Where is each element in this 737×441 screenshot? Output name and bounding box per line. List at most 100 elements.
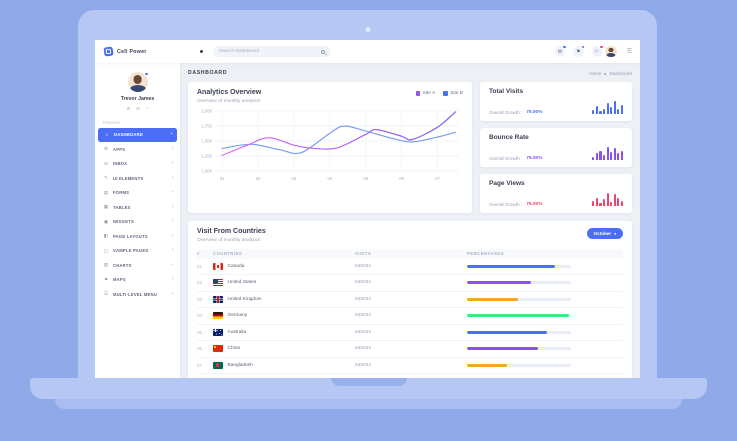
logo[interactable]: Cell Power [95,40,180,63]
sidebar-item-page-layouts[interactable]: ◧PAGE LAYOUTS+ [95,229,180,244]
sidebar-item-label: PAGE LAYOUTS [113,234,148,239]
ca-flag-icon [213,263,223,270]
sidebar-item-dashboard[interactable]: ⌂DASHBOARD+ [98,128,177,143]
country-name: Germany [228,313,248,318]
country-name: Canada [228,264,245,269]
inbox-icon: ✉ [103,161,109,167]
laptop-camera [365,27,370,32]
forms-icon: ▤ [103,190,109,196]
growth-value: 75.00% [526,156,542,161]
country-name: China [228,346,241,351]
gear-icon[interactable]: ⚙ [127,106,131,111]
expand-icon: + [171,205,174,210]
sidebar-item-sample-pages[interactable]: ▢SAMPLE PAGES+ [95,244,180,259]
svg-text:05: 05 [363,176,368,181]
column-header-visits: VISITS [355,251,467,256]
country-name: Bangladesh [228,363,253,368]
user-avatar[interactable] [605,46,617,58]
row-index: 05 [197,330,213,335]
sidebar-item-label: APPS [113,147,125,152]
tasks-icon[interactable]: ⚐ [592,46,603,57]
expand-icon: + [171,190,174,195]
sidebar-item-forms[interactable]: ▤FORMS+ [95,186,180,201]
sidebar-item-maps[interactable]: ⚑ MAPS + [95,273,180,288]
charts-icon: ▥ [103,262,109,268]
chevron-right-icon: ▸ [605,71,607,76]
sidebar-item-apps[interactable]: ⚙APPS+ [95,142,180,157]
notifications-icon[interactable]: ⚑ [573,46,584,57]
sidebar-item-ui-elements[interactable]: ✎UI ELEMENTS+ [95,171,180,186]
country-cell: Germany [213,312,355,319]
country-name: United States [228,280,257,285]
sidebar-item-inbox[interactable]: ✉ INBOX + [95,157,180,172]
legend-swatch [443,91,448,96]
sidebar-item-label: MULTI-LEVEL MENU [113,292,157,297]
sidebar-item-label: UI ELEMENTS [113,176,143,181]
sidebar-item-label: MAPS [113,277,126,282]
stat-title: Bounce Rate [489,134,623,141]
mail-icon[interactable]: ✉ [136,106,140,111]
table-row: 07Bangladesh645032 [197,358,623,375]
menu-icon[interactable]: ☰ [627,48,632,55]
table-row: 04Germany645032 [197,308,623,325]
sidebar-item-multi-level-menu[interactable]: ☰ MULTI-LEVEL MENU + [95,287,180,302]
sample-pages-icon: ▢ [103,248,109,254]
country-cell: United Kingdom [213,296,355,303]
us-flag-icon [213,279,223,286]
analytics-overview-card: Analytics Overview Overview of monthly a… [188,82,472,213]
sidebar-item-label: INBOX [113,161,127,166]
legend-label: Site A [423,91,436,96]
sidebar-item-tables[interactable]: ▦TABLES+ [95,200,180,215]
main-content: DASHBOARD Home ▸ Dashboard Analytics Ove… [180,63,640,378]
sidebar-toggle-icon[interactable] [200,50,203,53]
search-input[interactable] [219,49,321,54]
sidebar-menu: ⌂DASHBOARD+⚙APPS+ ✉ INBOX + ✎UI ELEMENTS+▤FO… [95,128,180,302]
expand-icon: + [171,263,174,268]
month-filter-button[interactable]: October ▾ [587,228,623,239]
growth-value: 75.00% [526,110,542,115]
row-index: 03 [197,297,213,302]
stat-title: Total Visits [489,88,623,95]
percentage-bar [467,298,571,301]
maps-icon: ⚑ [103,277,109,283]
table-row: 05Australia645032 [197,325,623,342]
badge [562,45,567,50]
expand-icon: + [171,277,174,282]
power-icon[interactable]: ◔ [146,106,149,111]
visits-cell: 645032 [355,363,467,368]
percentage-bar [467,265,571,268]
sidebar-item-label: WIDGETS [113,219,134,224]
sidebar-item-widgets[interactable]: ▣WIDGETS+ [95,215,180,230]
mini-bar-chart [592,146,623,160]
visits-cell: 645032 [355,297,467,302]
stat-card-bounce-rate: Bounce RateOverall Growth :75.00% [480,128,632,167]
page-title: DASHBOARD [188,70,227,76]
visits-cell: 645032 [355,346,467,351]
stat-cards-column: Total VisitsOverall Growth :75.00%Bounce… [480,82,632,213]
visits-cell: 645032 [355,264,467,269]
column-header-countries: COUNTRIES [213,251,355,256]
stat-card-page-views: Page ViewsOverall Growth :75.00% [480,174,632,213]
country-cell: Canada [213,263,355,270]
bd-flag-icon [213,362,223,369]
svg-text:1,250: 1,250 [202,153,213,158]
search-bar[interactable] [213,46,331,57]
row-index: 01 [197,264,213,269]
chart-legend: Site A Site B [416,91,463,96]
sidebar: Trevor James ⚙ ✉ ◔ Personal ⌂DASHBOARD+⚙… [95,63,180,378]
logo-text: Cell Power [117,49,147,55]
expand-icon: + [171,161,174,166]
mail-icon[interactable]: ✉ [555,46,566,57]
breadcrumb-home[interactable]: Home [589,71,601,76]
chevron-down-icon: ▾ [614,232,616,236]
breadcrumb-current: Dashboard [610,71,632,76]
expand-icon: + [171,292,174,297]
de-flag-icon [213,312,223,319]
multi-level-icon: ☰ [103,291,109,297]
sidebar-item-label: CHARTS [113,263,132,268]
growth-value: 75.00% [526,202,542,207]
laptop-base-bottom [55,399,682,409]
sidebar-item-charts[interactable]: ▥ CHARTS + [95,258,180,273]
legend-label: Site B [450,91,463,96]
country-cell: China [213,345,355,352]
